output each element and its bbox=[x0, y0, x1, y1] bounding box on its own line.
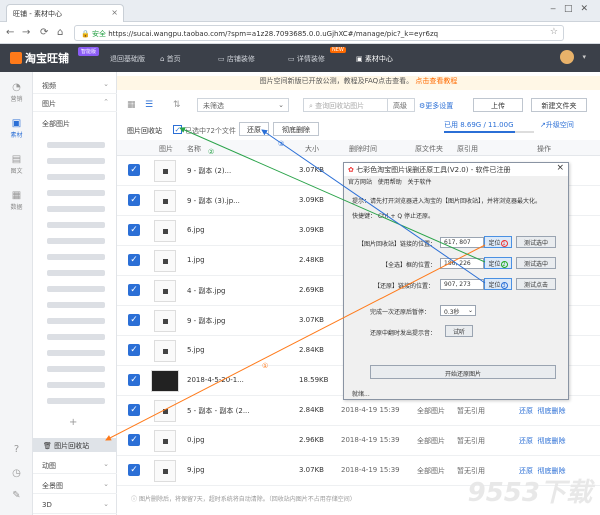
annotation-3: ③ bbox=[278, 140, 284, 148]
annotation-arrows: ① ② ③ bbox=[105, 127, 486, 441]
annotation-1: ① bbox=[262, 362, 268, 370]
info-icon: ⓘ bbox=[131, 496, 138, 503]
arrow-blue bbox=[261, 129, 486, 284]
annotation-2: ② bbox=[208, 148, 214, 156]
arrow-orange bbox=[105, 244, 486, 441]
arrow-green bbox=[179, 127, 486, 263]
watermark: 9553下载 bbox=[467, 478, 592, 508]
